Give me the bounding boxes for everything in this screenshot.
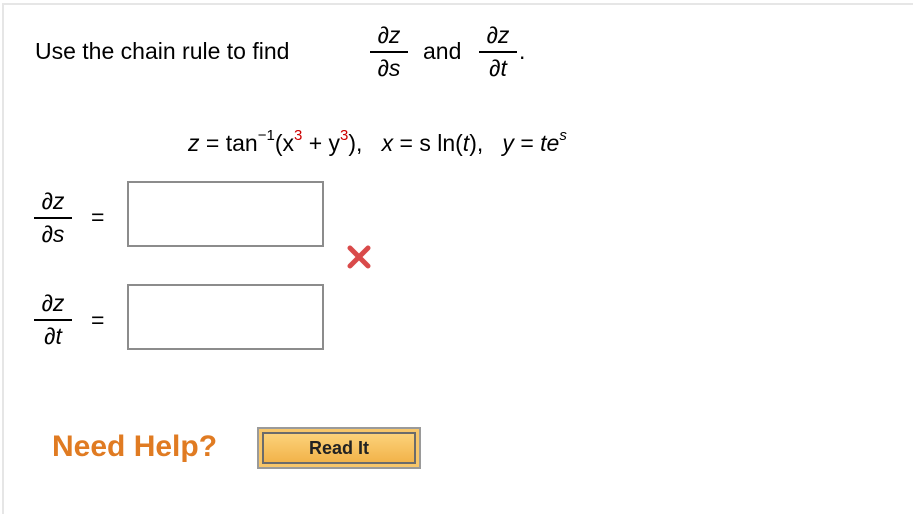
connector-and: and xyxy=(423,38,462,64)
fraction-numerator: ∂z xyxy=(377,22,401,48)
plus-y: + y xyxy=(308,130,341,156)
fraction-bar xyxy=(34,217,72,219)
fraction-bar xyxy=(34,319,72,321)
fraction-bar xyxy=(479,51,517,53)
fraction-denominator: ∂s xyxy=(41,221,65,247)
equals-sign: = xyxy=(91,204,105,230)
exponent-y: 3 xyxy=(340,127,349,144)
x-definition-end: ), xyxy=(469,130,484,156)
equals-sign: = xyxy=(91,307,105,333)
fraction-denominator: ∂t xyxy=(489,55,507,81)
inverse-exponent: −1 xyxy=(257,127,275,144)
answer-input-dz-ds[interactable] xyxy=(127,181,324,247)
read-it-label: Read It xyxy=(262,432,416,464)
var-x: x xyxy=(381,130,394,156)
y-definition-te: te xyxy=(540,130,560,156)
tan-fn: tan xyxy=(225,130,258,156)
fraction-dz-ds: ∂z ∂s xyxy=(369,24,409,80)
fraction-denominator: ∂s xyxy=(377,55,401,81)
answer-label-dz-ds: ∂z ∂s xyxy=(33,190,73,246)
fraction-numerator: ∂z xyxy=(41,188,65,214)
fraction-numerator: ∂z xyxy=(41,290,65,316)
equals-sign: = xyxy=(205,130,220,156)
read-it-button[interactable]: Read It xyxy=(257,427,421,469)
answer-input-dz-dt[interactable] xyxy=(127,284,324,350)
exponent-s: s xyxy=(559,127,567,144)
exponent-x: 3 xyxy=(293,127,303,144)
paren-open-x: (x xyxy=(274,130,294,156)
answer-label-dz-dt: ∂z ∂t xyxy=(33,292,73,348)
fraction-bar xyxy=(370,51,408,53)
fraction-denominator: ∂t xyxy=(44,323,62,349)
prompt-period: . xyxy=(519,38,526,64)
fraction-numerator: ∂z xyxy=(486,22,510,48)
prompt-text: Use the chain rule to find xyxy=(35,38,290,64)
x-definition: = s ln( xyxy=(399,130,463,156)
need-help-label: Need Help? xyxy=(52,430,218,463)
incorrect-x-icon xyxy=(347,245,371,269)
fraction-dz-dt: ∂z ∂t xyxy=(478,24,518,80)
equation: z = tan−1(x3 + y3), x = s ln(t), y = tes xyxy=(188,128,567,156)
paren-close: ), xyxy=(348,130,363,156)
var-y: y xyxy=(502,130,514,156)
y-equals: = xyxy=(520,130,541,156)
var-z: z xyxy=(188,130,200,156)
